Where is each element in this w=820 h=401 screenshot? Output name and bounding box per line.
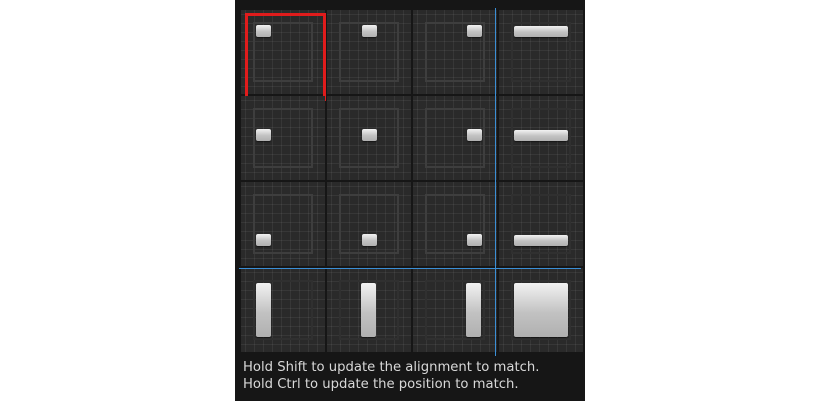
anchor-widget-icon <box>467 25 482 37</box>
anchor-widget-icon <box>256 234 271 246</box>
anchor-center-stretch-vertical-button[interactable] <box>327 268 411 352</box>
anchor-widget-icon <box>362 234 377 246</box>
anchor-widget-icon <box>514 26 568 37</box>
anchor-top-right-button[interactable] <box>413 10 497 94</box>
anchor-widget-icon <box>256 129 271 141</box>
anchor-widget-icon <box>361 283 376 337</box>
vertical-stretch-divider <box>495 8 496 356</box>
anchor-left-stretch-vertical-button[interactable] <box>241 268 325 352</box>
anchor-bottom-left-button[interactable] <box>241 182 325 266</box>
anchor-widget-icon <box>467 129 482 141</box>
anchor-middle-stretch-horizontal-button[interactable] <box>499 96 583 180</box>
anchor-bottom-right-button[interactable] <box>413 182 497 266</box>
anchor-bottom-center-button[interactable] <box>327 182 411 266</box>
anchor-widget-icon <box>362 129 377 141</box>
anchor-middle-right-button[interactable] <box>413 96 497 180</box>
anchor-top-stretch-horizontal-button[interactable] <box>499 10 583 94</box>
anchor-widget-icon <box>466 283 481 337</box>
anchor-widget-icon <box>256 283 271 337</box>
anchor-top-left-button[interactable] <box>241 10 325 94</box>
anchor-center-button[interactable] <box>327 96 411 180</box>
anchor-widget-icon <box>514 235 568 246</box>
horizontal-stretch-divider <box>239 268 581 269</box>
anchor-presets-panel: Hold Shift to update the alignment to ma… <box>235 0 585 401</box>
anchor-widget-icon <box>362 25 377 37</box>
anchor-bottom-stretch-horizontal-button[interactable] <box>499 182 583 266</box>
anchor-stretch-both-button[interactable] <box>499 268 583 352</box>
hint-shift-line: Hold Shift to update the alignment to ma… <box>243 360 540 375</box>
anchor-widget-icon <box>467 234 482 246</box>
anchor-top-center-button[interactable] <box>327 10 411 94</box>
anchor-middle-left-button[interactable] <box>241 96 325 180</box>
anchor-right-stretch-vertical-button[interactable] <box>413 268 497 352</box>
anchor-presets-grid <box>239 8 583 356</box>
anchor-widget-icon <box>514 283 568 337</box>
modifier-hint: Hold Shift to update the alignment to ma… <box>243 359 539 393</box>
anchor-widget-icon <box>256 25 271 37</box>
hint-ctrl-line: Hold Ctrl to update the position to matc… <box>243 377 519 392</box>
anchor-widget-icon <box>514 130 568 141</box>
